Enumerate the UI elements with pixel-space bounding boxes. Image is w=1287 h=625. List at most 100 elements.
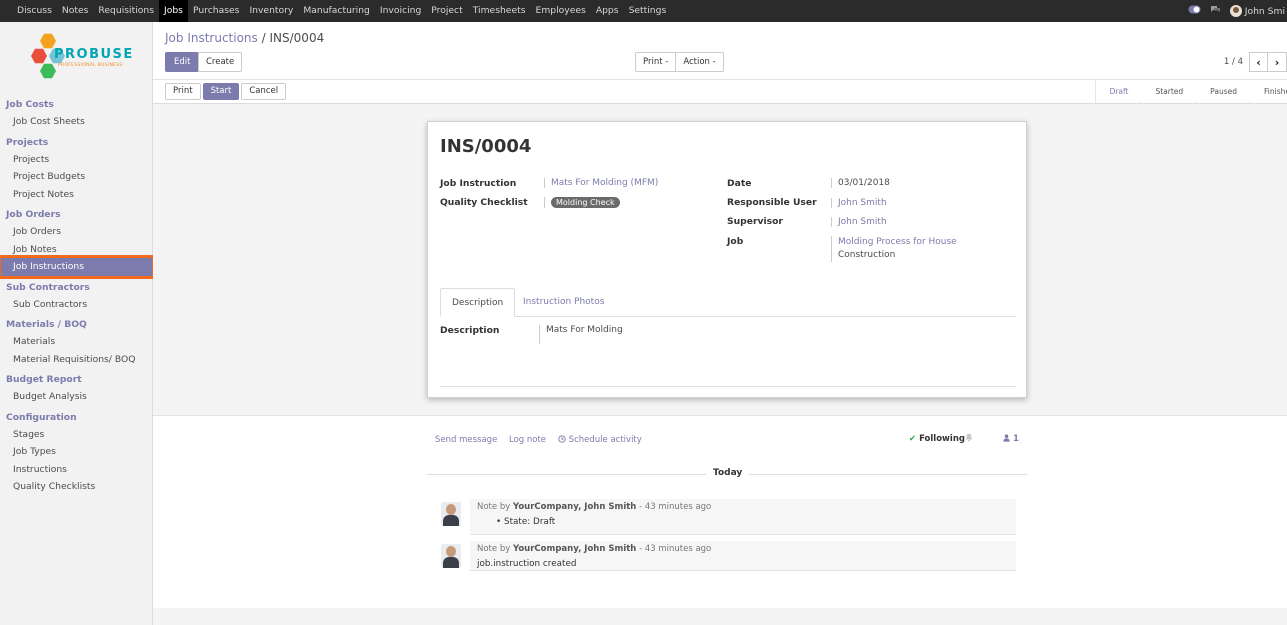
pager-value[interactable]: 1 / 4	[1224, 57, 1243, 67]
tab-instruction-photos[interactable]: Instruction Photos	[512, 288, 615, 317]
nav-notes[interactable]: Notes	[57, 0, 94, 22]
log-note-button[interactable]: Log note	[509, 435, 546, 445]
stage-paused[interactable]: Paused	[1195, 80, 1255, 103]
create-button[interactable]: Create	[198, 52, 243, 72]
logo-tagline: PROFESSIONAL BUSINESS	[58, 63, 123, 68]
pager-previous-button[interactable]: ‹	[1249, 52, 1268, 72]
nav-jobs[interactable]: Jobs	[158, 0, 188, 22]
message-text: State: Draft	[504, 517, 556, 527]
sidebar-item-budget-analysis[interactable]: Budget Analysis	[0, 388, 153, 406]
sidebar-section-job-costs: Job Costs	[6, 99, 54, 110]
sidebar: PROBUSE PROFESSIONAL BUSINESS Job Costs …	[0, 22, 155, 625]
nav-inventory[interactable]: Inventory	[244, 0, 298, 22]
send-message-button[interactable]: Send message	[435, 435, 497, 445]
stage-draft[interactable]: Draft	[1094, 80, 1147, 103]
nav-settings[interactable]: Settings	[624, 0, 672, 22]
sidebar-section-job-orders: Job Orders	[6, 209, 61, 220]
nav-project[interactable]: Project	[426, 0, 467, 22]
message-header: Note by YourCompany, John Smith - 43 min…	[477, 502, 711, 512]
quality-checklist-label: Quality Checklist	[440, 197, 528, 208]
message-prefix: Note by	[477, 544, 511, 554]
edit-button[interactable]: Edit	[165, 52, 200, 72]
description-label: Description	[440, 325, 500, 336]
sidebar-item-job-instructions[interactable]: Job Instructions	[0, 255, 155, 279]
user-menu[interactable]: John Smi	[1229, 5, 1285, 17]
responsible-user-label: Responsible User	[727, 197, 817, 208]
tab-description[interactable]: Description	[440, 288, 516, 317]
start-button[interactable]: Start	[202, 83, 240, 100]
user-icon	[1003, 434, 1013, 444]
sidebar-item-materials[interactable]: Materials	[0, 333, 153, 351]
stage-started[interactable]: Started	[1140, 80, 1201, 103]
sidebar-item-job-notes[interactable]: Job Notes	[0, 241, 153, 259]
nav-employees[interactable]: Employees	[531, 0, 591, 22]
description-field[interactable]: Mats For Molding	[539, 325, 623, 344]
sidebar-section-materials-boq: Materials / BOQ	[6, 319, 87, 330]
print-button[interactable]: Print	[165, 83, 201, 100]
action-dropdown[interactable]: Action -	[676, 52, 724, 72]
nav-purchases[interactable]: Purchases	[188, 0, 245, 22]
avatar[interactable]	[441, 544, 461, 568]
sidebar-item-project-notes[interactable]: Project Notes	[0, 186, 153, 204]
date-label: Date	[727, 178, 752, 189]
cancel-button[interactable]: Cancel	[241, 83, 287, 100]
control-panel: Job Instructions / INS/0004 Edit Create …	[153, 22, 1287, 80]
date-separator-label: Today	[706, 468, 750, 478]
message-time: - 43 minutes ago	[639, 502, 712, 512]
print-dropdown[interactable]: Print -	[635, 52, 677, 72]
sidebar-item-instructions[interactable]: Instructions	[0, 461, 153, 479]
sidebar-item-job-cost-sheets[interactable]: Job Cost Sheets	[0, 113, 153, 131]
nav-timesheets[interactable]: Timesheets	[468, 0, 531, 22]
responsible-user-field[interactable]: John Smith	[831, 198, 887, 208]
nav-requisitions[interactable]: Requisitions	[93, 0, 159, 22]
nav-manufacturing[interactable]: Manufacturing	[298, 0, 375, 22]
nav-discuss[interactable]: Discuss	[12, 0, 57, 22]
nav-invoicing[interactable]: Invoicing	[375, 0, 426, 22]
sidebar-section-projects: Projects	[6, 136, 49, 148]
chat-icon[interactable]	[1210, 5, 1221, 17]
avatar[interactable]	[441, 502, 461, 526]
message-time: - 43 minutes ago	[639, 544, 712, 554]
job-instruction-field[interactable]: Mats For Molding (MFM)	[544, 178, 658, 188]
sidebar-item-job-orders[interactable]: Job Orders	[0, 223, 153, 241]
bell-icon[interactable]	[965, 433, 973, 445]
sidebar-item-stages[interactable]: Stages	[0, 426, 153, 444]
bullet-icon: •	[496, 517, 502, 527]
sidebar-section-budget-report: Budget Report	[6, 374, 82, 385]
nav-apps[interactable]: Apps	[591, 0, 624, 22]
statusbar-buttons: Print Start Cancel	[165, 83, 287, 100]
date-field[interactable]: 03/01/2018	[831, 178, 890, 188]
following-button[interactable]: ✔ Following	[909, 434, 965, 444]
divider	[440, 386, 1016, 387]
quality-checklist-field[interactable]: Molding Check	[544, 197, 620, 208]
chevron-left-icon: ‹	[1256, 55, 1261, 69]
sidebar-item-sub-contractors[interactable]: Sub Contractors	[0, 296, 153, 314]
sidebar-item-project-budgets[interactable]: Project Budgets	[0, 168, 153, 186]
breadcrumb-separator: /	[261, 31, 266, 45]
form-statusbar: Print Start Cancel Draft Started Paused …	[153, 80, 1287, 104]
message-author[interactable]: YourCompany, John Smith	[513, 544, 636, 554]
form-sheet: INS/0004 Job Instruction Mats For Moldin…	[427, 121, 1027, 398]
sidebar-item-quality-checklists[interactable]: Quality Checklists	[0, 478, 153, 496]
supervisor-field[interactable]: John Smith	[831, 217, 887, 227]
schedule-activity-button[interactable]: Schedule activity	[558, 435, 642, 445]
message-prefix: Note by	[477, 502, 511, 512]
message-author[interactable]: YourCompany, John Smith	[513, 502, 636, 512]
pager-next-button[interactable]: ›	[1268, 52, 1287, 72]
following-label: Following	[919, 434, 965, 444]
sidebar-item-material-requisitions[interactable]: Material Requisitions/ BOQ	[0, 351, 153, 369]
job-field[interactable]: Molding Process for House Construction	[831, 236, 957, 262]
sidebar-item-projects[interactable]: Projects	[0, 151, 153, 169]
job-link[interactable]: Molding Process for House	[838, 236, 957, 249]
toggle-icon[interactable]	[1188, 5, 1201, 17]
job-instruction-label: Job Instruction	[440, 178, 517, 189]
company-logo: PROBUSE PROFESSIONAL BUSINESS	[28, 30, 132, 88]
supervisor-label: Supervisor	[727, 216, 783, 227]
sidebar-actions: Print - Action -	[635, 52, 724, 72]
pager: 1 / 4 ‹ ›	[1224, 52, 1287, 72]
sidebar-section-sub-contractors: Sub Contractors	[6, 281, 90, 293]
quality-checklist-tag[interactable]: Molding Check	[551, 197, 620, 208]
breadcrumb-parent[interactable]: Job Instructions	[165, 31, 258, 45]
sidebar-item-job-types[interactable]: Job Types	[0, 443, 153, 461]
followers-button[interactable]: 1	[1003, 434, 1019, 444]
